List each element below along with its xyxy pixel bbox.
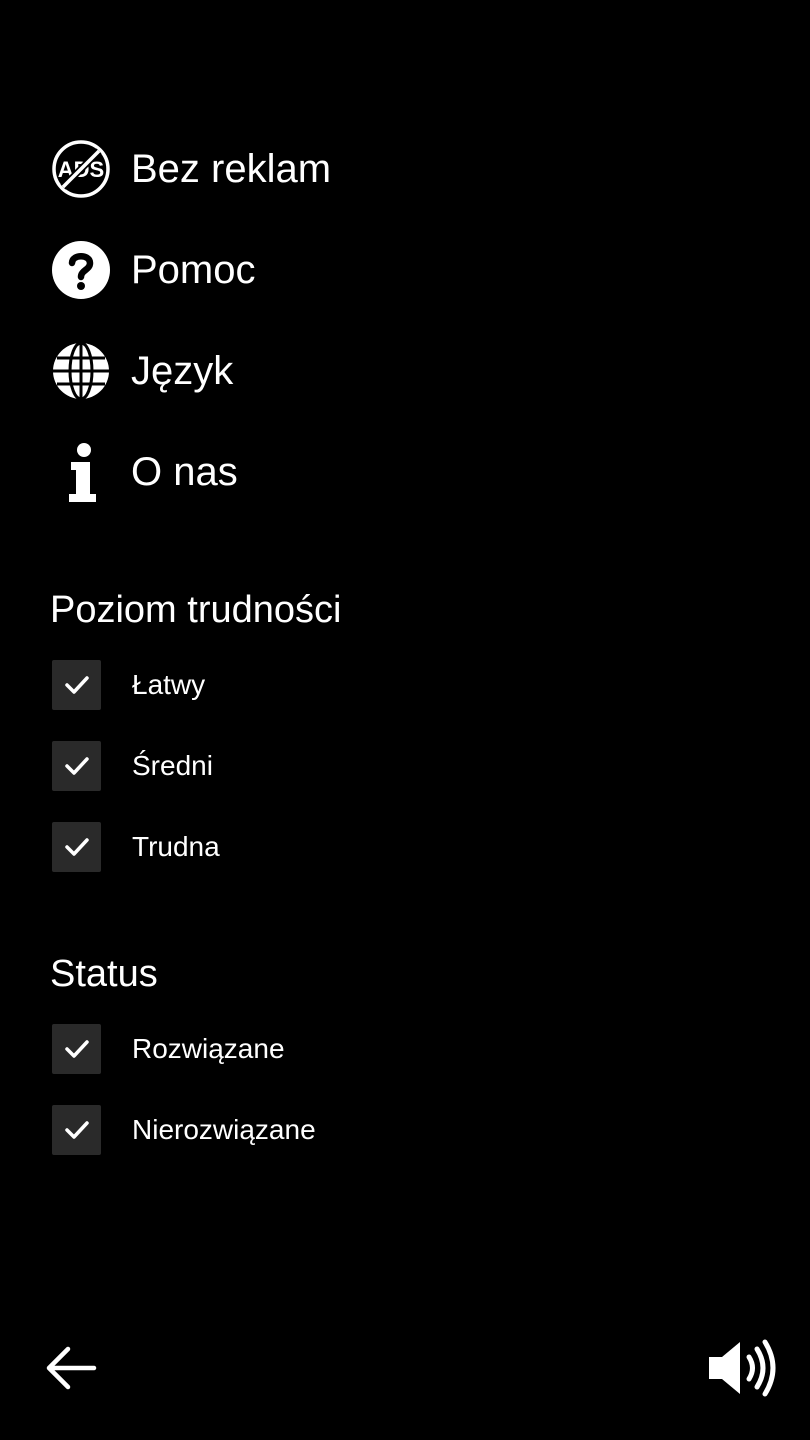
sound-toggle-button[interactable] [702, 1336, 780, 1400]
difficulty-label-hard: Trudna [132, 831, 220, 862]
difficulty-option-medium[interactable]: Średni [52, 740, 213, 792]
menu-label-no-ads: Bez reklam [131, 147, 332, 191]
checkbox-easy[interactable] [52, 660, 101, 710]
menu-item-about[interactable]: O nas [50, 440, 238, 504]
difficulty-option-easy[interactable]: Łatwy [52, 659, 205, 711]
difficulty-label-easy: Łatwy [132, 669, 206, 700]
status-label-unsolved: Nierozwiązane [132, 1114, 316, 1145]
arrow-left-icon [46, 1346, 97, 1390]
status-title: Status [50, 953, 158, 995]
menu-label-language: Język [131, 349, 234, 393]
volume-icon [709, 1339, 776, 1397]
menu-item-no-ads[interactable]: ADS Bez reklam [50, 137, 331, 201]
checkbox-solved[interactable] [52, 1024, 101, 1074]
checkbox-hard[interactable] [52, 822, 101, 872]
difficulty-label-medium: Średni [132, 750, 213, 781]
checkmark-icon [64, 757, 89, 775]
menu-item-help[interactable]: Pomoc [50, 238, 256, 302]
help-icon [50, 239, 112, 301]
checkmark-icon [64, 1121, 89, 1139]
back-button[interactable] [40, 1340, 102, 1396]
status-option-unsolved[interactable]: Nierozwiązane [52, 1104, 316, 1156]
no-ads-icon: ADS [50, 138, 112, 200]
globe-icon [50, 340, 112, 402]
checkmark-icon [64, 1040, 89, 1058]
difficulty-option-hard[interactable]: Trudna [52, 821, 220, 873]
menu-label-help: Pomoc [131, 248, 256, 292]
checkbox-medium[interactable] [52, 741, 101, 791]
checkmark-icon [64, 838, 89, 856]
info-icon [50, 441, 112, 503]
menu-item-language[interactable]: Język [50, 339, 233, 403]
status-option-solved[interactable]: Rozwiązane [52, 1023, 285, 1075]
status-label-solved: Rozwiązane [132, 1033, 285, 1064]
difficulty-title: Poziom trudności [50, 589, 342, 631]
menu-label-about: O nas [131, 450, 238, 494]
checkbox-unsolved[interactable] [52, 1105, 101, 1155]
checkmark-icon [64, 676, 89, 694]
